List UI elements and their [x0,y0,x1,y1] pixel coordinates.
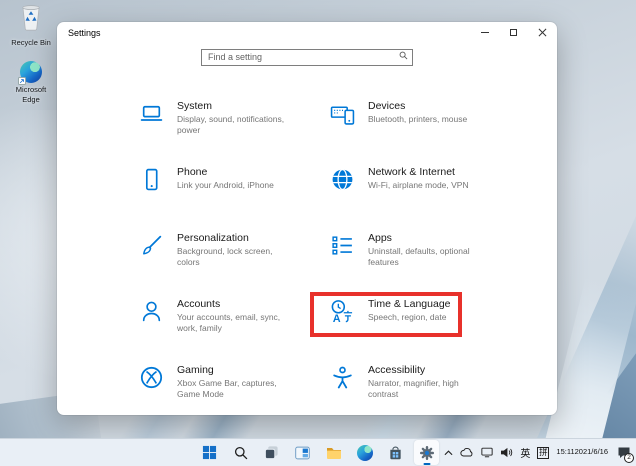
category-tile-personalization[interactable]: Personalization Background, lock screen,… [139,230,330,296]
devices-icon [330,101,355,126]
category-title: Accounts [177,298,221,310]
settings-button[interactable] [414,440,439,465]
minimize-button[interactable] [470,22,499,43]
search-input[interactable] [201,48,413,66]
category-subtitle: Speech, region, date [368,312,447,322]
person-icon [139,299,164,324]
settings-category-grid: System Display, sound, notifications, po… [139,98,521,415]
desktop-icon-label: Microsoft Edge [15,85,47,104]
edge-icon [356,444,373,461]
edge-icon [18,61,42,86]
close-button[interactable] [528,22,557,43]
category-subtitle: Uninstall, defaults, optional features [368,246,470,268]
category-title: Devices [368,100,406,112]
start-button[interactable] [197,440,222,465]
desktop-icons: Recycle Bin Microsoft Edge [5,3,57,104]
accessibility-icon [330,365,355,390]
maximize-button[interactable] [499,22,528,43]
onedrive-cloud-icon[interactable] [460,448,474,457]
category-subtitle: Xbox Game Bar, captures, Game Mode [177,378,277,400]
time-language-icon: A [330,299,355,325]
desktop-icon-recycle-bin[interactable]: Recycle Bin [5,3,57,47]
desktop-icon-microsoft-edge[interactable]: Microsoft Edge [5,61,57,104]
category-title: Time & Language [368,298,451,310]
category-title: Phone [177,166,208,178]
category-subtitle: Your accounts, email, sync, work, family [177,312,281,334]
category-title: System [177,100,213,112]
window-title: Settings [68,27,101,38]
maximize-icon [510,29,517,36]
network-icon[interactable] [481,447,494,458]
microsoft-store-icon [390,446,401,460]
category-title: Apps [368,232,392,244]
volume-icon[interactable] [500,447,513,458]
xbox-icon [139,365,164,390]
widgets-icon [295,446,310,459]
settings-window: Settings Find a setting System Display, … [57,22,557,415]
active-app-indicator [423,462,430,465]
category-subtitle: Background, lock screen, colors [177,246,273,268]
ime-language-indicator[interactable]: 英 [520,445,530,460]
desktop-icon-label: Recycle Bin [11,38,51,47]
file-explorer-icon [326,447,341,459]
category-tile-devices[interactable]: Devices Bluetooth, printers, mouse [330,98,521,164]
brush-icon [139,233,164,258]
task-view-button[interactable] [259,440,284,465]
category-subtitle: Wi-Fi, airplane mode, VPN [368,180,469,190]
tray-clock[interactable]: 15:11 2021/6/16 [556,447,608,458]
category-subtitle: Link your Android, iPhone [177,180,274,190]
titlebar: Settings [57,22,557,43]
notification-center-button[interactable]: 2 [615,445,634,463]
category-tile-accessibility[interactable]: Accessibility Narrator, magnifier, high … [330,362,521,415]
category-tile-phone[interactable]: Phone Link your Android, iPhone [139,164,330,230]
store-button[interactable] [383,440,408,465]
task-view-icon [264,446,278,460]
category-subtitle: Display, sound, notifications, power [177,114,285,136]
tray-chevron-up-icon[interactable] [444,449,453,456]
search-icon [399,51,408,60]
phone-icon [139,167,164,192]
taskbar: 英 拼 15:11 2021/6/16 2 [0,438,636,466]
ime-mode-indicator[interactable]: 拼 [537,446,550,459]
search-row [57,47,557,66]
widgets-button[interactable] [290,440,315,465]
category-tile-gaming[interactable]: Gaming Xbox Game Bar, captures, Game Mod… [139,362,330,415]
shortcut-arrow-icon [18,77,26,86]
tray-date: 2021/6/16 [574,447,608,457]
category-title: Personalization [177,232,249,244]
file-explorer-button[interactable] [321,440,346,465]
search-button[interactable] [228,440,253,465]
category-title: Accessibility [368,364,426,376]
category-tile-network[interactable]: Network & Internet Wi-Fi, airplane mode,… [330,164,521,230]
search-icon [234,446,247,459]
notification-count-badge: 2 [624,452,634,463]
taskbar-center-icons [197,439,439,466]
apps-list-icon [330,233,355,258]
category-tile-apps[interactable]: Apps Uninstall, defaults, optional featu… [330,230,521,296]
category-title: Network & Internet [368,166,455,178]
tray-time: 15:11 [556,447,575,457]
window-controls [470,22,557,43]
globe-icon [330,167,355,192]
desktop: Recycle Bin Microsoft Edge Settings Find… [0,0,636,466]
search-box [201,47,413,66]
minimize-icon [480,32,489,33]
wallpaper-ribbon [563,259,636,466]
recycle-bin-icon [18,3,44,36]
svg-text:A: A [333,313,341,324]
category-subtitle: Narrator, magnifier, high contrast [368,378,459,400]
category-tile-time-language[interactable]: A Time & Language Speech, region, date [330,296,521,362]
category-tile-accounts[interactable]: Accounts Your accounts, email, sync, wor… [139,296,330,362]
laptop-icon [139,101,164,126]
close-icon [538,28,547,37]
windows-start-icon [202,445,217,460]
settings-gear-icon [419,445,434,460]
edge-button[interactable] [352,440,377,465]
system-tray: 英 拼 15:11 2021/6/16 2 [444,439,634,466]
category-tile-system[interactable]: System Display, sound, notifications, po… [139,98,330,164]
category-subtitle: Bluetooth, printers, mouse [368,114,468,124]
category-title: Gaming [177,364,214,376]
